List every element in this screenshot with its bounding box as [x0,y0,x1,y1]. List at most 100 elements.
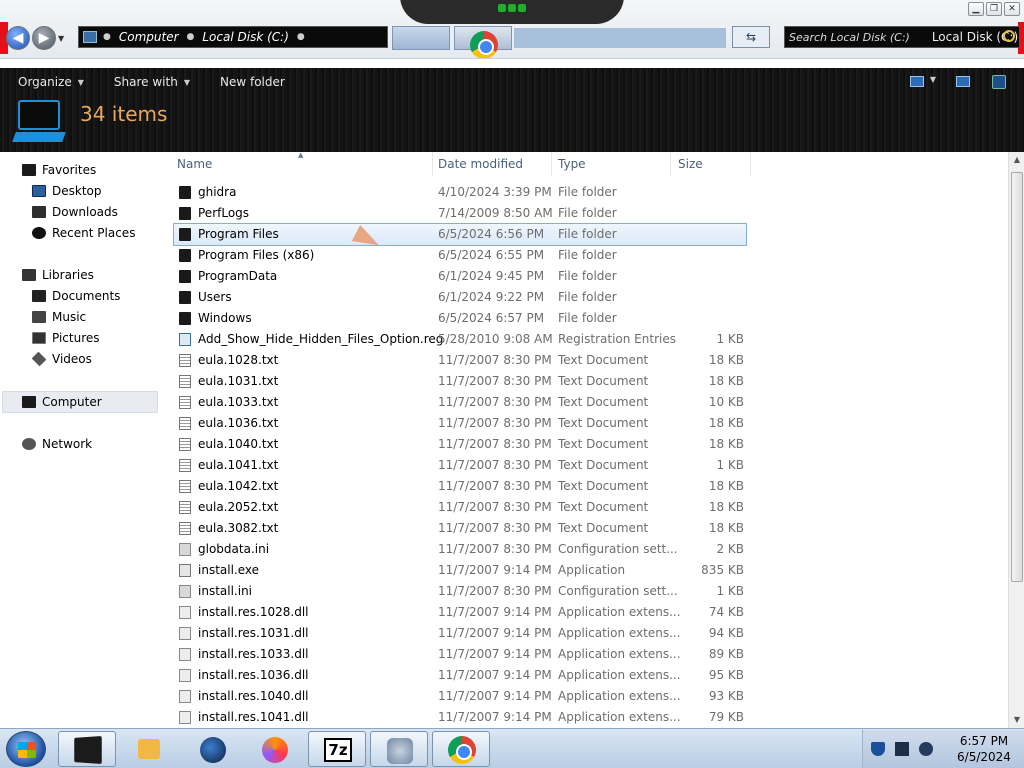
address-bar-filler [514,28,726,48]
taskbar-globe-app[interactable] [184,731,242,767]
pinned-tools-tile[interactable] [392,26,450,50]
taskbar-media-player[interactable] [120,731,178,767]
file-row[interactable]: eula.1031.txt 11/7/2007 8:30 PM Text Docum… [170,371,1008,392]
file-row[interactable]: install.res.1031.dll 11/7/2007 9:14 PM App… [170,623,1008,644]
file-row[interactable]: Windows 6/5/2024 6:57 PM File folder [170,308,1008,329]
change-view-icon[interactable] [910,76,924,87]
file-row[interactable]: install.res.1028.dll 11/7/2007 9:14 PM App… [170,602,1008,623]
file-row[interactable]: Program Files 6/5/2024 6:56 PM File folder [173,223,747,246]
column-date-modified[interactable]: Date modified [438,157,523,171]
file-row[interactable]: Program Files (x86) 6/5/2024 6:55 PM File … [170,245,1008,266]
file-type: Text Document [558,500,649,514]
file-row[interactable]: globdata.ini 11/7/2007 8:30 PM Configurati… [170,539,1008,560]
nav-desktop[interactable]: Desktop [32,181,102,201]
file-row[interactable]: eula.1040.txt 11/7/2007 8:30 PM Text Docum… [170,434,1008,455]
breadcrumb-separator-icon[interactable]: ● [103,32,111,42]
file-row[interactable]: ProgramData 6/1/2024 9:45 PM File folder [170,266,1008,287]
file-row[interactable]: Add_Show_Hide_Hidden_Files_Option.reg 5/2… [170,329,1008,350]
chevron-down-icon[interactable]: ▼ [930,75,936,84]
nav-music[interactable]: Music [32,307,86,327]
file-row[interactable]: install.exe 11/7/2007 9:14 PM Application 8… [170,560,1008,581]
breadcrumb-computer[interactable]: Computer [119,30,179,44]
taskbar-explorer[interactable] [58,731,116,767]
nav-recent-places[interactable]: Recent Places [32,223,135,243]
start-button[interactable] [6,731,46,767]
network-status-icon[interactable] [895,742,909,756]
dll-file-icon [179,627,191,640]
text-file-icon [179,522,191,535]
file-row[interactable]: eula.1033.txt 11/7/2007 8:30 PM Text Docum… [170,392,1008,413]
taskbar-7zip[interactable]: 7z [308,731,366,767]
address-bar[interactable]: ● Computer ● Local Disk (C:) ● [78,26,388,48]
taskbar-tools[interactable] [370,731,428,767]
organize-button[interactable]: Organize ▼ [18,75,84,89]
file-row[interactable]: install.res.1040.dll 11/7/2007 9:14 PM App… [170,686,1008,707]
file-row[interactable]: ghidra 4/10/2024 3:39 PM File folder [170,182,1008,203]
file-row[interactable]: eula.3082.txt 11/7/2007 8:30 PM Text Docum… [170,518,1008,539]
refresh-button[interactable]: ⇆ [732,26,770,48]
vertical-scrollbar[interactable]: ▲ ▼ [1008,152,1024,728]
chevron-down-icon: ▼ [183,77,190,87]
volume-icon[interactable] [919,742,933,756]
file-date-modified: 6/5/2024 6:57 PM [438,311,545,325]
scroll-up-icon[interactable]: ▲ [1009,152,1024,168]
pinned-chrome-tile[interactable] [454,26,512,59]
file-row[interactable]: PerfLogs 7/14/2009 8:50 AM File folder [170,203,1008,224]
clock-time[interactable]: 6:57 PM [947,734,1021,748]
nav-favorites[interactable]: Favorites [22,160,96,180]
help-icon[interactable] [992,75,1006,89]
nav-network[interactable]: Network [22,434,92,454]
nav-computer[interactable]: Computer [22,392,102,412]
file-row[interactable]: eula.1041.txt 11/7/2007 8:30 PM Text Docum… [170,455,1008,476]
file-row[interactable]: Users 6/1/2024 9:22 PM File folder [170,287,1008,308]
file-row[interactable]: eula.1036.txt 11/7/2007 8:30 PM Text Docum… [170,413,1008,434]
scroll-down-icon[interactable]: ▼ [1009,712,1024,728]
column-divider[interactable] [670,152,671,176]
nav-documents[interactable]: Documents [32,286,120,306]
nav-label: Pictures [52,331,100,345]
share-with-button[interactable]: Share with ▼ [114,75,190,89]
back-button[interactable]: ◀ [6,26,30,50]
column-size[interactable]: Size [678,157,703,171]
file-row[interactable]: install.res.1041.dll 11/7/2007 9:14 PM App… [170,707,1008,728]
scrollbar-thumb[interactable] [1011,172,1023,582]
security-shield-icon[interactable] [871,742,885,756]
new-folder-button[interactable]: New folder [220,75,285,89]
taskbar-chrome[interactable] [432,731,490,767]
file-row[interactable]: install.res.1036.dll 11/7/2007 9:14 PM App… [170,665,1008,686]
minimize-icon[interactable]: ▁ [968,2,984,16]
forward-button[interactable]: ▶ [32,26,56,50]
close-icon[interactable]: ✕ [1004,2,1020,16]
nav-label: Music [52,310,87,324]
breadcrumb-local-disk[interactable]: Local Disk (C:) [202,30,289,44]
breadcrumb-separator-icon[interactable]: ● [297,32,305,42]
file-size: 93 KB [708,689,744,703]
nav-downloads[interactable]: Downloads [32,202,118,222]
file-row[interactable]: install.ini 11/7/2007 8:30 PM Configuratio… [170,581,1008,602]
taskbar-firefox[interactable] [246,731,304,767]
search-input[interactable]: Search Local Disk (C:) Local Disk (C:) [784,26,1020,48]
file-date-modified: 11/7/2007 8:30 PM [438,458,552,472]
nav-libraries[interactable]: Libraries [22,265,94,285]
recent-pages-dropdown-icon[interactable]: ▼ [58,34,64,43]
file-row[interactable]: eula.1042.txt 11/7/2007 8:30 PM Text Docum… [170,476,1008,497]
column-name[interactable]: Name [177,157,212,171]
nav-pictures[interactable]: Pictures [32,328,100,348]
column-divider[interactable] [551,152,552,176]
maximize-icon[interactable]: ❐ [986,2,1002,16]
column-type[interactable]: Type [558,157,586,171]
nav-videos[interactable]: Videos [31,349,92,369]
new-folder-label: New folder [219,75,285,89]
column-divider[interactable] [750,152,751,176]
file-row[interactable]: install.res.1033.dll 11/7/2007 9:14 PM App… [170,644,1008,665]
file-row[interactable]: eula.1028.txt 11/7/2007 8:30 PM Text Docum… [170,350,1008,371]
item-count: 34 items [80,102,168,126]
window-title-strip: ▁ ❐ ✕ ◀ ▶ ▼ ● Computer ● Local Disk (C:)… [0,0,1024,68]
column-divider[interactable] [432,152,433,176]
file-row[interactable]: eula.2052.txt 11/7/2007 8:30 PM Text Docum… [170,497,1008,518]
clock-date[interactable]: 6/5/2024 [947,750,1021,764]
file-date-modified: 11/7/2007 8:30 PM [438,416,552,430]
breadcrumb-separator-icon[interactable]: ● [187,32,195,42]
preview-pane-icon[interactable] [956,76,970,87]
search-icon[interactable] [1003,30,1015,42]
